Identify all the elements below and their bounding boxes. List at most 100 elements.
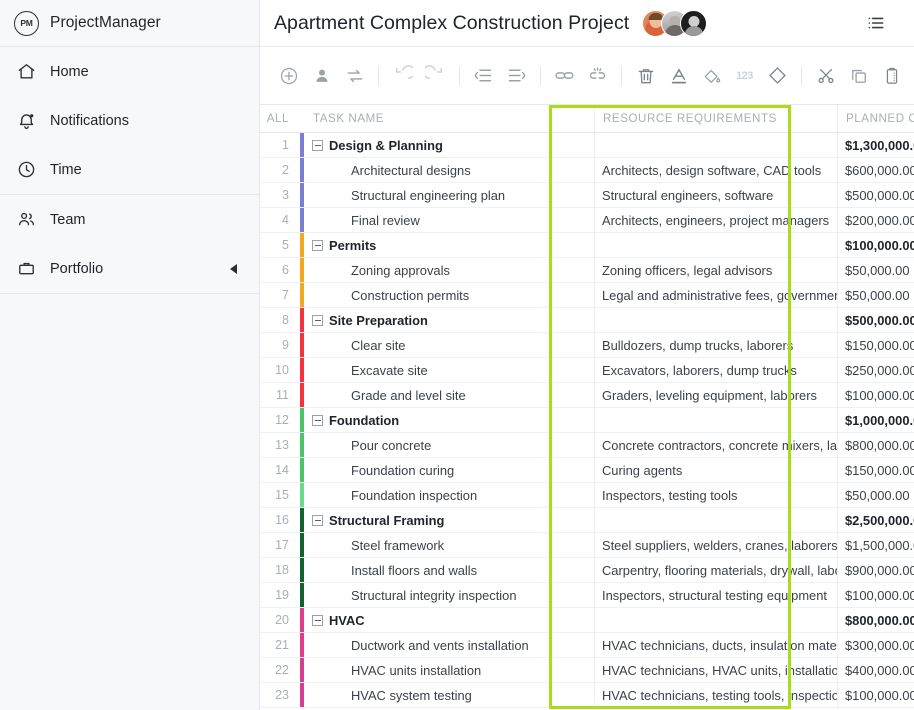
table-row[interactable]: 21 Ductwork and vents installation HVAC te… <box>260 633 914 658</box>
collapse-toggle-icon[interactable] <box>312 139 323 151</box>
table-row[interactable]: 15 Foundation inspection Inspectors, testi… <box>260 483 914 508</box>
task-name-cell[interactable]: Construction permits <box>300 283 595 307</box>
task-name-cell[interactable]: HVAC system testing <box>300 683 595 707</box>
task-name-cell[interactable]: Foundation curing <box>300 458 595 482</box>
resource-requirements-cell[interactable]: Concrete contractors, concrete mixers, l… <box>595 433 838 457</box>
table-row[interactable]: 20 HVAC $800,000.00 <box>260 608 914 633</box>
planned-cost-cell[interactable]: $50,000.00 <box>838 483 914 507</box>
convert-task-icon[interactable] <box>340 61 369 90</box>
planned-cost-cell[interactable]: $300,000.00 <box>838 633 914 657</box>
task-name-cell[interactable]: Design & Planning <box>300 133 595 157</box>
resource-requirements-cell[interactable]: Excavators, laborers, dump trucks <box>595 358 838 382</box>
task-name-cell[interactable]: Ductwork and vents installation <box>300 633 595 657</box>
row-number[interactable]: 21 <box>260 638 300 652</box>
planned-cost-cell[interactable]: $600,000.00 <box>838 158 914 182</box>
table-row[interactable]: 2 Architectural designs Architects, design… <box>260 158 914 183</box>
resource-requirements-cell[interactable]: HVAC technicians, testing tools, inspect… <box>595 683 838 707</box>
resource-requirements-cell[interactable]: Zoning officers, legal advisors <box>595 258 838 282</box>
unlink-icon[interactable] <box>583 61 612 90</box>
row-number[interactable]: 4 <box>260 213 300 227</box>
table-row[interactable]: 5 Permits $100,000.00 <box>260 233 914 258</box>
planned-cost-cell[interactable]: $100,000.00 <box>838 583 914 607</box>
row-number[interactable]: 16 <box>260 513 300 527</box>
sidebar-item-team[interactable]: Team <box>0 195 259 244</box>
row-number[interactable]: 13 <box>260 438 300 452</box>
table-row[interactable]: 1 Design & Planning $1,300,000.00 <box>260 133 914 158</box>
planned-cost-cell[interactable]: $500,000.00 <box>838 183 914 207</box>
task-name-cell[interactable]: Grade and level site <box>300 383 595 407</box>
resource-requirements-cell[interactable] <box>595 308 838 332</box>
avatar[interactable] <box>680 9 708 37</box>
resource-requirements-cell[interactable]: HVAC technicians, ducts, insulation mate… <box>595 633 838 657</box>
task-name-cell[interactable]: Steel framework <box>300 533 595 557</box>
resource-requirements-cell[interactable] <box>595 608 838 632</box>
sidebar-item-home[interactable]: Home <box>0 47 259 96</box>
redo-icon[interactable] <box>421 61 450 90</box>
resource-requirements-cell[interactable]: Inspectors, structural testing equipment <box>595 583 838 607</box>
table-row[interactable]: 8 Site Preparation $500,000.00 <box>260 308 914 333</box>
row-number[interactable]: 2 <box>260 163 300 177</box>
task-name-cell[interactable]: Install floors and walls <box>300 558 595 582</box>
task-name-cell[interactable]: Structural engineering plan <box>300 183 595 207</box>
row-number[interactable]: 12 <box>260 413 300 427</box>
list-view-icon[interactable] <box>866 13 886 33</box>
outdent-icon[interactable] <box>469 61 498 90</box>
planned-cost-cell[interactable]: $900,000.00 <box>838 558 914 582</box>
delete-icon[interactable] <box>631 61 660 90</box>
row-number[interactable]: 19 <box>260 588 300 602</box>
add-task-icon[interactable] <box>274 61 303 90</box>
resource-requirements-cell[interactable] <box>595 508 838 532</box>
resource-requirements-cell[interactable] <box>595 408 838 432</box>
link-icon[interactable] <box>550 61 579 90</box>
resource-requirements-cell[interactable]: Curing agents <box>595 458 838 482</box>
row-number[interactable]: 17 <box>260 538 300 552</box>
row-number[interactable]: 23 <box>260 688 300 702</box>
row-number[interactable]: 6 <box>260 263 300 277</box>
planned-cost-cell[interactable]: $1,500,000.00 <box>838 533 914 557</box>
row-number[interactable]: 14 <box>260 463 300 477</box>
planned-cost-cell[interactable]: $50,000.00 <box>838 258 914 282</box>
table-row[interactable]: 11 Grade and level site Graders, leveling … <box>260 383 914 408</box>
planned-cost-cell[interactable]: $100,000.00 <box>838 233 914 257</box>
task-name-cell[interactable]: Zoning approvals <box>300 258 595 282</box>
column-header-resource-requirements[interactable]: RESOURCE REQUIREMENTS <box>595 105 838 132</box>
resource-requirements-cell[interactable]: Inspectors, testing tools <box>595 483 838 507</box>
resource-requirements-cell[interactable]: Structural engineers, software <box>595 183 838 207</box>
number-format-icon[interactable]: 123 <box>730 61 759 90</box>
planned-cost-cell[interactable]: $1,300,000.00 <box>838 133 914 157</box>
task-name-cell[interactable]: Foundation inspection <box>300 483 595 507</box>
task-name-cell[interactable]: Architectural designs <box>300 158 595 182</box>
resource-requirements-cell[interactable]: Architects, design software, CAD tools <box>595 158 838 182</box>
row-number[interactable]: 15 <box>260 488 300 502</box>
column-header-task-name[interactable]: TASK NAME <box>300 105 595 132</box>
column-header-all[interactable]: ALL <box>260 112 300 125</box>
text-color-icon[interactable] <box>664 61 693 90</box>
brand[interactable]: PM ProjectManager <box>0 0 259 47</box>
task-name-cell[interactable]: Excavate site <box>300 358 595 382</box>
planned-cost-cell[interactable]: $400,000.00 <box>838 658 914 682</box>
table-row[interactable]: 18 Install floors and walls Carpentry, flo… <box>260 558 914 583</box>
planned-cost-cell[interactable]: $500,000.00 <box>838 308 914 332</box>
collapse-toggle-icon[interactable] <box>312 314 323 326</box>
table-row[interactable]: 9 Clear site Bulldozers, dump trucks, labo… <box>260 333 914 358</box>
task-name-cell[interactable]: HVAC units installation <box>300 658 595 682</box>
row-number[interactable]: 5 <box>260 238 300 252</box>
task-name-cell[interactable]: HVAC <box>300 608 595 632</box>
collapse-toggle-icon[interactable] <box>312 514 323 526</box>
task-name-cell[interactable]: Foundation <box>300 408 595 432</box>
sidebar-item-notifications[interactable]: Notifications <box>0 96 259 145</box>
row-number[interactable]: 18 <box>260 563 300 577</box>
planned-cost-cell[interactable]: $150,000.00 <box>838 458 914 482</box>
table-row[interactable]: 23 HVAC system testing HVAC technicians, t… <box>260 683 914 708</box>
collapse-toggle-icon[interactable] <box>312 239 323 251</box>
resource-requirements-cell[interactable]: HVAC technicians, HVAC units, installati… <box>595 658 838 682</box>
row-number[interactable]: 3 <box>260 188 300 202</box>
sidebar-item-time[interactable]: Time <box>0 145 259 194</box>
table-row[interactable]: 10 Excavate site Excavators, laborers, dum… <box>260 358 914 383</box>
resource-requirements-cell[interactable]: Steel suppliers, welders, cranes, labore… <box>595 533 838 557</box>
table-row[interactable]: 13 Pour concrete Concrete contractors, con… <box>260 433 914 458</box>
resource-requirements-cell[interactable]: Carpentry, flooring materials, drywall, … <box>595 558 838 582</box>
planned-cost-cell[interactable]: $2,500,000.00 <box>838 508 914 532</box>
table-row[interactable]: 7 Construction permits Legal and administr… <box>260 283 914 308</box>
avatar-group[interactable] <box>642 9 708 37</box>
